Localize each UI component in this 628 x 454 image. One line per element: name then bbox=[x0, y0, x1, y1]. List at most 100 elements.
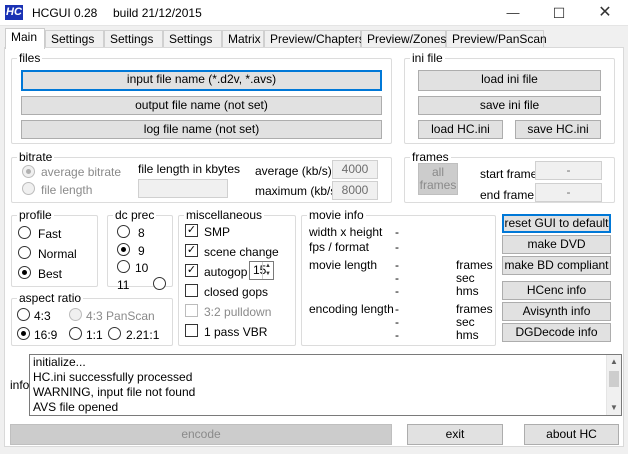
close-icon[interactable]: ✕ bbox=[582, 0, 628, 26]
miscellaneous-group: miscellaneous ✓ SMP ✓ scene change ✓ aut… bbox=[178, 208, 296, 346]
dc-prec-11-radio[interactable] bbox=[153, 277, 166, 290]
closed-gops-label: closed gops bbox=[204, 285, 269, 299]
tab-main[interactable]: Main bbox=[5, 28, 45, 49]
scene-change-checkbox[interactable]: ✓ bbox=[185, 244, 198, 257]
info-log[interactable]: initialize... HC.ini successfully proces… bbox=[29, 354, 622, 416]
start-frame-label: start frame bbox=[480, 167, 538, 181]
width-height-label: width x height bbox=[309, 225, 383, 239]
log-line: WARNING, input file not found bbox=[33, 385, 196, 399]
dc-prec-8-label: 8 bbox=[138, 226, 145, 240]
aspect-1-1-radio[interactable] bbox=[69, 327, 82, 340]
average-bitrate-radio[interactable] bbox=[22, 165, 35, 178]
bitrate-label: bitrate bbox=[17, 150, 55, 164]
aspect-1-1-label: 1:1 bbox=[86, 328, 103, 342]
file-length-radio[interactable] bbox=[22, 182, 35, 195]
scroll-down-icon[interactable]: ▼ bbox=[607, 401, 621, 415]
pulldown-checkbox[interactable] bbox=[185, 304, 198, 317]
scroll-up-icon[interactable]: ▲ bbox=[607, 355, 621, 369]
encoding-length-label: encoding length bbox=[309, 302, 394, 316]
end-frame-field[interactable]: - bbox=[535, 183, 602, 202]
profile-fast-radio[interactable] bbox=[18, 226, 31, 239]
aspect-4-3-label: 4:3 bbox=[34, 309, 51, 323]
encoding-length-frames-unit: frames bbox=[456, 302, 493, 316]
window-title: HCGUI 0.28 bbox=[32, 6, 98, 20]
aspect-16-9-label: 16:9 bbox=[34, 328, 58, 342]
log-scrollbar[interactable]: ▲ ▼ bbox=[606, 355, 621, 415]
spinner-arrows-icon[interactable]: ▲ ▼ bbox=[262, 262, 273, 279]
window-build: build 21/12/2015 bbox=[113, 6, 202, 20]
maximize-icon[interactable]: ☐ bbox=[536, 0, 582, 26]
tab-bar: Main Settings 1 Settings 2 Settings 3 Ma… bbox=[4, 28, 624, 62]
closed-gops-checkbox[interactable] bbox=[185, 284, 198, 297]
encoding-length-sec-unit: sec bbox=[456, 315, 475, 329]
dgdecode-info-button[interactable]: DGDecode info bbox=[502, 323, 611, 342]
tab-settings-3[interactable]: Settings 3 bbox=[163, 30, 222, 62]
profile-group: profile Fast Normal Best bbox=[11, 208, 98, 287]
aspect-16-9-radio[interactable] bbox=[17, 327, 30, 340]
log-file-button[interactable]: log file name (not set) bbox=[21, 120, 382, 139]
input-file-button[interactable]: input file name (*.d2v, *.avs) bbox=[21, 70, 382, 91]
app-logo-icon: HC bbox=[5, 5, 23, 20]
smp-label: SMP bbox=[204, 225, 231, 239]
movie-info-label: movie info bbox=[307, 208, 366, 222]
average-kbs-label: average (kb/s) bbox=[255, 164, 332, 178]
dc-prec-9-radio[interactable] bbox=[117, 243, 130, 256]
movie-length-sec-unit: sec bbox=[456, 271, 475, 285]
dc-prec-label: dc prec bbox=[113, 208, 157, 222]
files-group: files input file name (*.d2v, *.avs) out… bbox=[11, 51, 392, 144]
dc-prec-9-label: 9 bbox=[138, 244, 145, 258]
load-ini-button[interactable]: load ini file bbox=[418, 70, 601, 91]
encode-button[interactable]: encode bbox=[10, 424, 392, 445]
one-pass-vbr-checkbox[interactable] bbox=[185, 324, 198, 337]
width-height-value: - bbox=[395, 225, 399, 239]
tab-settings-1[interactable]: Settings 1 bbox=[45, 30, 104, 62]
aspect-4-3-radio[interactable] bbox=[17, 308, 30, 321]
tab-preview-zones[interactable]: Preview/Zones bbox=[361, 30, 446, 48]
profile-label: profile bbox=[17, 208, 54, 222]
tab-preview-panscan[interactable]: Preview/PanScan bbox=[446, 30, 547, 48]
dc-prec-8-radio[interactable] bbox=[117, 225, 130, 238]
profile-normal-label: Normal bbox=[38, 247, 77, 261]
autogop-label: autogop bbox=[204, 265, 248, 279]
save-ini-button[interactable]: save ini file bbox=[418, 96, 601, 115]
all-frames-button[interactable]: all frames bbox=[418, 163, 458, 195]
bitrate-group: bitrate average bitrate file length file… bbox=[11, 150, 392, 203]
maximum-kbs-field[interactable]: 8000 bbox=[332, 181, 378, 200]
load-hc-ini-button[interactable]: load HC.ini bbox=[418, 120, 503, 139]
make-bd-compliant-button[interactable]: make BD compliant bbox=[502, 256, 611, 275]
aspect-ratio-group: aspect ratio 4:3 4:3 PanScan 16:9 1:1 2.… bbox=[11, 291, 173, 346]
about-hc-button[interactable]: about HC bbox=[524, 424, 619, 445]
hcenc-info-button[interactable]: HCenc info bbox=[502, 281, 611, 300]
smp-checkbox[interactable]: ✓ bbox=[185, 224, 198, 237]
movie-length-label: movie length bbox=[309, 258, 378, 272]
avisynth-info-button[interactable]: Avisynth info bbox=[502, 302, 611, 321]
tab-preview-chapters[interactable]: Preview/Chapters bbox=[264, 30, 365, 48]
autogop-checkbox[interactable]: ✓ bbox=[185, 264, 198, 277]
average-kbs-field[interactable]: 4000 bbox=[332, 160, 378, 179]
aspect-4-3-panscan-radio[interactable] bbox=[69, 308, 82, 321]
file-length-kbytes-field[interactable] bbox=[138, 179, 228, 198]
exit-button[interactable]: exit bbox=[407, 424, 503, 445]
ini-file-label: ini file bbox=[410, 51, 445, 65]
autogop-spinner[interactable]: 15 ▲ ▼ bbox=[249, 261, 274, 280]
aspect-2-21-1-radio[interactable] bbox=[108, 327, 121, 340]
output-file-button[interactable]: output file name (not set) bbox=[21, 96, 382, 115]
profile-normal-radio[interactable] bbox=[18, 246, 31, 259]
log-line: AVS file opened bbox=[33, 400, 119, 414]
tab-settings-2[interactable]: Settings 2 bbox=[104, 30, 163, 62]
fps-format-label: fps / format bbox=[309, 240, 370, 254]
make-dvd-compliant-button[interactable]: make DVD compliant bbox=[502, 235, 611, 268]
tab-matrix[interactable]: Matrix bbox=[222, 30, 264, 48]
minimize-icon[interactable]: — bbox=[490, 0, 536, 26]
movie-length-hms-unit: hms bbox=[456, 284, 479, 298]
dc-prec-10-radio[interactable] bbox=[117, 260, 130, 273]
profile-best-radio[interactable] bbox=[18, 266, 31, 279]
scroll-thumb[interactable] bbox=[609, 371, 619, 387]
save-hc-ini-button[interactable]: save HC.ini bbox=[515, 120, 601, 139]
title-bar: HC HCGUI 0.28 build 21/12/2015 — ☐ ✕ bbox=[0, 0, 628, 26]
file-length-kbytes-label: file length in kbytes bbox=[138, 162, 241, 176]
scene-change-label: scene change bbox=[204, 245, 279, 259]
fps-format-value: - bbox=[395, 240, 399, 254]
reset-gui-button[interactable]: reset GUI to default bbox=[502, 214, 611, 233]
start-frame-field[interactable]: - bbox=[535, 161, 602, 180]
